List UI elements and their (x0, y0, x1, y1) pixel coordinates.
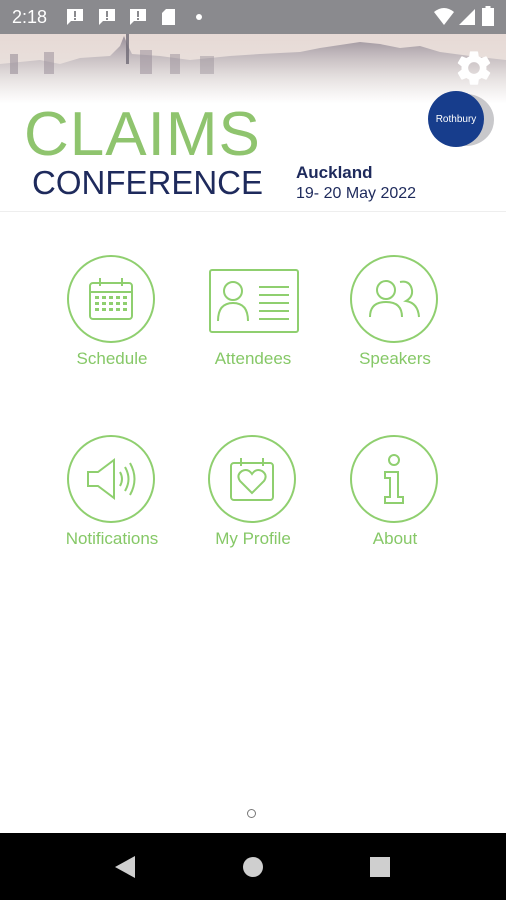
conference-title-claims: CLAIMS (24, 100, 261, 169)
speakers-ring (350, 255, 438, 343)
rothbury-logo-text: Rothbury (436, 114, 477, 125)
menu-label-speakers: Speakers (359, 349, 431, 368)
id-card-icon (209, 269, 299, 333)
menu-label-schedule: Schedule (76, 349, 148, 368)
wifi-icon (434, 8, 454, 25)
back-icon[interactable] (114, 855, 136, 879)
heart-calendar-icon (230, 458, 274, 501)
menu-item-attendees[interactable]: Attendees (183, 255, 323, 395)
gear-icon[interactable] (454, 48, 494, 88)
sd-card-icon (162, 9, 175, 25)
home-icon[interactable] (242, 855, 264, 879)
speaker-icon (87, 458, 136, 500)
conference-title-conference: CONFERENCE (32, 164, 264, 201)
menu-label-about: About (372, 529, 418, 548)
about-ring (350, 435, 438, 523)
event-city: Auckland (296, 163, 373, 182)
android-nav-bar (0, 833, 506, 900)
message-alert-icon (67, 9, 83, 25)
notifications-ring (67, 435, 155, 523)
menu-item-schedule[interactable]: Schedule (42, 255, 182, 395)
battery-icon (482, 6, 494, 26)
rothbury-logo: Rothbury (428, 91, 494, 147)
page-indicator-dot (247, 809, 256, 818)
menu-label-attendees: Attendees (214, 349, 292, 368)
info-icon (384, 454, 404, 504)
menu-item-my-profile[interactable]: My Profile (183, 435, 323, 575)
event-dates: 19- 20 May 2022 (296, 185, 417, 202)
calendar-icon (89, 278, 133, 320)
recents-icon[interactable] (369, 855, 391, 879)
header-divider (0, 211, 506, 212)
menu-item-speakers[interactable]: Speakers (325, 255, 465, 395)
status-bar: 2:18 (0, 0, 506, 34)
signal-icon (459, 9, 475, 25)
status-time: 2:18 (12, 7, 48, 27)
message-alert-icon (99, 9, 115, 25)
menu-item-about[interactable]: About (325, 435, 465, 575)
dot-icon (196, 14, 202, 20)
schedule-ring (67, 255, 155, 343)
message-alert-icon (130, 9, 146, 25)
menu-label-my-profile: My Profile (215, 529, 291, 548)
menu-label-notifications: Notifications (65, 529, 159, 548)
people-icon (369, 280, 420, 318)
menu-item-notifications[interactable]: Notifications (42, 435, 182, 575)
my-profile-ring (208, 435, 296, 523)
